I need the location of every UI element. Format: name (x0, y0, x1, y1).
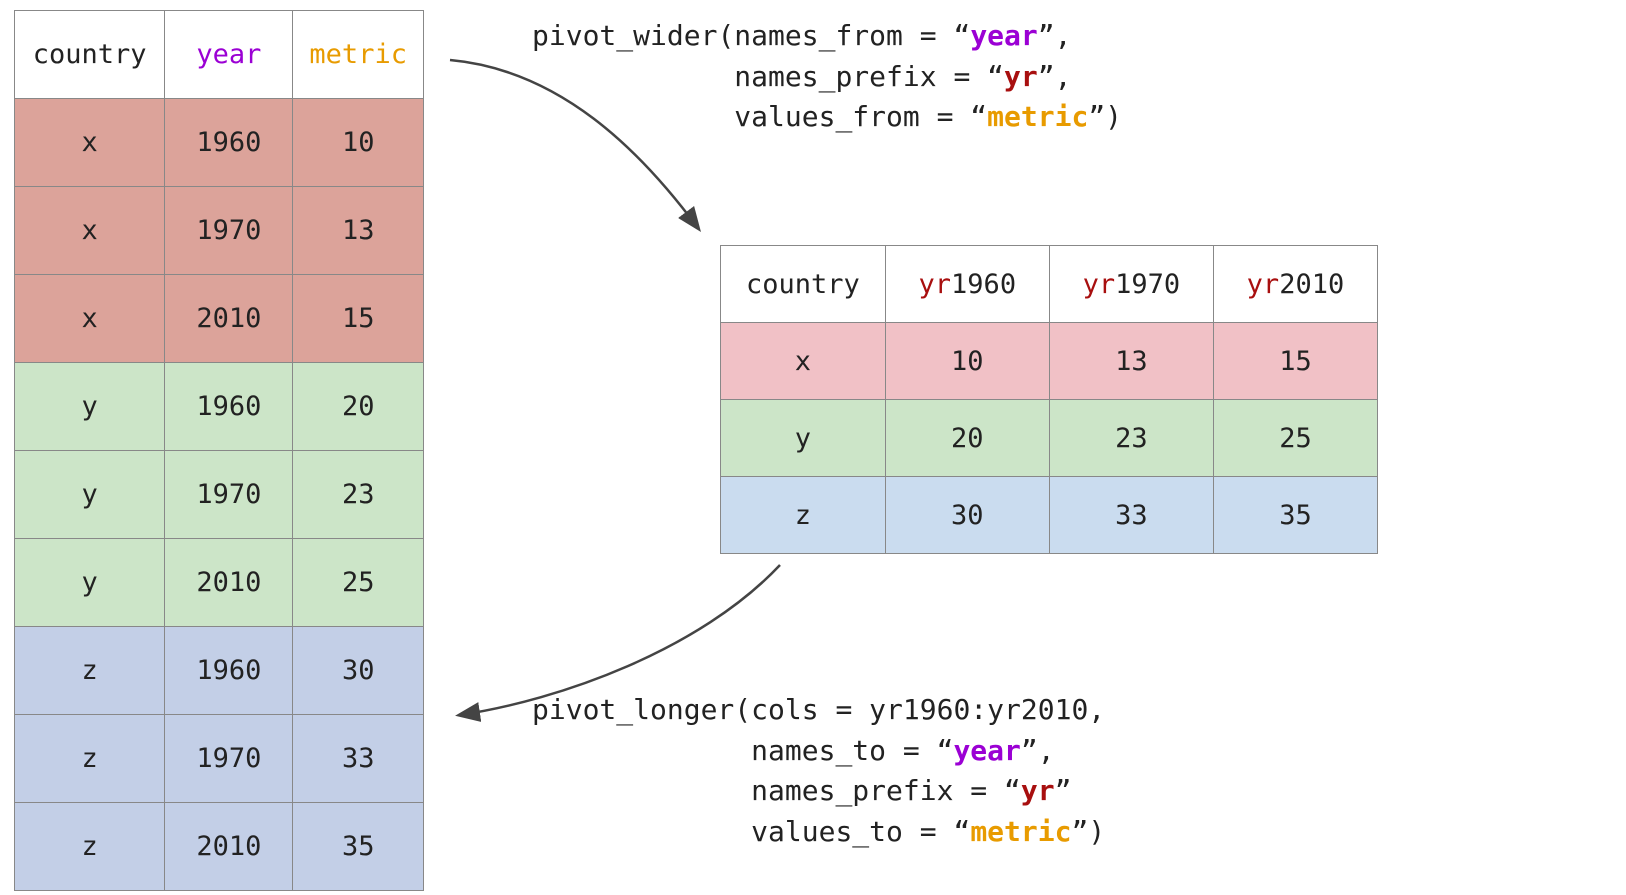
wide-header-yr2010: yr2010 (1213, 246, 1377, 323)
kw-yr: yr (1004, 60, 1038, 93)
cell-year: 1960 (165, 363, 293, 451)
kw-year: year (970, 19, 1037, 52)
cell-metric: 30 (293, 627, 424, 715)
cell-value: 23 (1049, 400, 1213, 477)
cell-value: 13 (1049, 323, 1213, 400)
code-text: values_from = “ (734, 100, 987, 133)
wide-format-table: country yr1960 yr1970 yr2010 x 10 13 15 … (720, 245, 1378, 554)
cell-year: 2010 (165, 539, 293, 627)
cell-country: x (15, 99, 165, 187)
code-pad (532, 100, 734, 133)
table-row: y 2010 25 (15, 539, 424, 627)
code-pad (532, 60, 734, 93)
table-row: z 1970 33 (15, 715, 424, 803)
code-pad (532, 774, 751, 807)
cell-metric: 15 (293, 275, 424, 363)
cell-year: 1960 (165, 627, 293, 715)
cell-value: 33 (1049, 477, 1213, 554)
yr-year: 2010 (1279, 269, 1344, 300)
fn-name: pivot_wider (532, 19, 717, 52)
cell-year: 1960 (165, 99, 293, 187)
pivot-longer-code: pivot_longer(cols = yr1960:yr2010, names… (532, 690, 1105, 852)
cell-year: 1970 (165, 715, 293, 803)
yr-year: 1960 (951, 269, 1016, 300)
cell-value: 30 (885, 477, 1049, 554)
table-row: x 2010 15 (15, 275, 424, 363)
table-row: x 10 13 15 (721, 323, 1378, 400)
long-header-metric: metric (293, 11, 424, 99)
cell-country: z (15, 715, 165, 803)
cell-metric: 13 (293, 187, 424, 275)
cell-year: 2010 (165, 803, 293, 891)
wide-table-header-row: country yr1960 yr1970 yr2010 (721, 246, 1378, 323)
cell-metric: 20 (293, 363, 424, 451)
table-row: x 1970 13 (15, 187, 424, 275)
long-header-year: year (165, 11, 293, 99)
cell-metric: 35 (293, 803, 424, 891)
table-row: z 1960 30 (15, 627, 424, 715)
kw-metric: metric (970, 815, 1071, 848)
cell-country: z (15, 627, 165, 715)
table-row: x 1960 10 (15, 99, 424, 187)
yr-prefix: yr (1247, 269, 1280, 300)
cell-country: z (721, 477, 886, 554)
code-text: ”) (1071, 815, 1105, 848)
cell-country: z (15, 803, 165, 891)
table-row: z 2010 35 (15, 803, 424, 891)
cell-value: 20 (885, 400, 1049, 477)
kw-metric: metric (987, 100, 1088, 133)
cell-country: y (15, 363, 165, 451)
cell-metric: 10 (293, 99, 424, 187)
cell-value: 25 (1213, 400, 1377, 477)
wide-header-yr1970: yr1970 (1049, 246, 1213, 323)
kw-yr: yr (1021, 774, 1055, 807)
long-header-country: country (15, 11, 165, 99)
cell-country: x (15, 275, 165, 363)
code-text: (names_from = “ (717, 19, 970, 52)
table-row: y 1960 20 (15, 363, 424, 451)
code-text: names_to = “ (751, 734, 953, 767)
code-text: ”, (1038, 60, 1072, 93)
kw-year: year (953, 734, 1020, 767)
cell-country: y (721, 400, 886, 477)
long-table-header-row: country year metric (15, 11, 424, 99)
code-text: ”, (1021, 734, 1055, 767)
code-text: ” (1055, 774, 1072, 807)
code-text: ”, (1038, 19, 1072, 52)
code-text: names_prefix = “ (734, 60, 1004, 93)
cell-year: 1970 (165, 451, 293, 539)
cell-year: 2010 (165, 275, 293, 363)
diagram-root: country year metric x 1960 10 x 1970 13 … (0, 0, 1626, 895)
cell-country: y (15, 451, 165, 539)
table-row: y 20 23 25 (721, 400, 1378, 477)
cell-country: x (15, 187, 165, 275)
pivot-wider-code: pivot_wider(names_from = “year”, names_p… (532, 16, 1122, 138)
cell-value: 15 (1213, 323, 1377, 400)
cell-value: 10 (885, 323, 1049, 400)
yr-prefix: yr (1083, 269, 1116, 300)
cell-country: x (721, 323, 886, 400)
fn-name: pivot_longer (532, 693, 734, 726)
yr-year: 1970 (1115, 269, 1180, 300)
cell-metric: 33 (293, 715, 424, 803)
code-text: ”) (1088, 100, 1122, 133)
table-row: y 1970 23 (15, 451, 424, 539)
yr-prefix: yr (919, 269, 952, 300)
cell-year: 1970 (165, 187, 293, 275)
cell-metric: 25 (293, 539, 424, 627)
code-text: names_prefix = “ (751, 774, 1021, 807)
wide-header-country: country (721, 246, 886, 323)
long-format-table: country year metric x 1960 10 x 1970 13 … (14, 10, 424, 891)
code-text: values_to = “ (751, 815, 970, 848)
code-text: (cols = yr1960:yr2010, (734, 693, 1105, 726)
cell-value: 35 (1213, 477, 1377, 554)
code-pad (532, 815, 751, 848)
cell-country: y (15, 539, 165, 627)
wide-header-yr1960: yr1960 (885, 246, 1049, 323)
table-row: z 30 33 35 (721, 477, 1378, 554)
code-pad (532, 734, 751, 767)
cell-metric: 23 (293, 451, 424, 539)
